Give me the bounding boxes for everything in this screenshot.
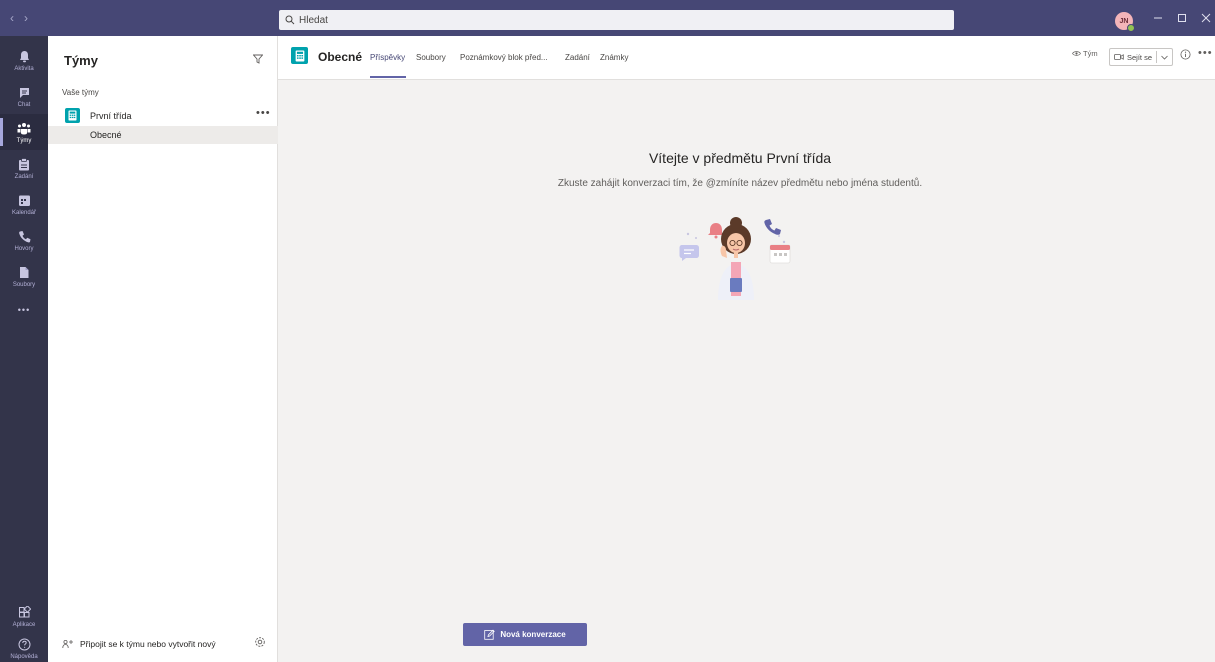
- apps-icon: [16, 605, 32, 621]
- rail-label-help: Nápověda: [10, 653, 38, 660]
- new-conversation-label: Nová konverzace: [500, 630, 566, 639]
- tab-assignments[interactable]: Zadání: [565, 53, 590, 62]
- eye-icon: [1072, 51, 1081, 56]
- rail-label-assignments: Zadání: [14, 173, 34, 180]
- rail-item-files[interactable]: Soubory: [0, 258, 48, 294]
- channel-item-general[interactable]: Obecné: [48, 126, 278, 144]
- meet-button[interactable]: Sejít se: [1109, 48, 1174, 66]
- back-arrow-icon[interactable]: ‹: [10, 11, 14, 25]
- search-input[interactable]: Hledat: [279, 10, 954, 30]
- channel-name: Obecné: [90, 130, 122, 140]
- filter-icon[interactable]: [252, 54, 264, 67]
- active-tab-indicator: [370, 76, 406, 78]
- rail-item-activity[interactable]: Aktivita: [0, 42, 48, 78]
- calculator-icon: [291, 47, 308, 64]
- tab-class-notebook[interactable]: Poznámkový blok před...: [460, 53, 548, 62]
- files-icon: [16, 265, 32, 281]
- team-button-label: Tým: [1083, 49, 1098, 58]
- settings-gear-icon[interactable]: [254, 636, 266, 651]
- app-rail: Aktivita Chat Týmy Zadání Kalendář Hovor…: [0, 36, 48, 662]
- search-placeholder: Hledat: [299, 14, 328, 26]
- your-teams-heading: Vaše týmy: [62, 88, 99, 97]
- calculator-icon: [65, 108, 80, 123]
- channel-info-icon[interactable]: [1180, 49, 1191, 60]
- rail-label-calls: Hovory: [14, 245, 34, 252]
- compose-icon: [484, 629, 496, 640]
- close-icon[interactable]: [1201, 12, 1211, 26]
- chat-icon: [16, 85, 32, 101]
- calendar-icon: [16, 193, 32, 209]
- welcome-subtitle: Zkuste zahájit konverzaci tím, že @zmíní…: [557, 178, 923, 189]
- team-more-options-icon[interactable]: •••: [256, 107, 271, 119]
- search-icon: [285, 15, 295, 25]
- new-conversation-button[interactable]: Nová konverzace: [463, 623, 587, 646]
- rail-item-teams[interactable]: Týmy: [0, 114, 48, 150]
- chevron-down-icon[interactable]: [1161, 55, 1168, 60]
- rail-label-apps: Aplikace: [12, 621, 36, 628]
- team-item[interactable]: První třída •••: [48, 106, 278, 126]
- tab-grades[interactable]: Známky: [600, 53, 628, 62]
- join-or-create-team-button[interactable]: Připojit se k týmu nebo vytvořit nový: [62, 639, 216, 649]
- channel-header: Obecné Příspěvky Soubory Poznámkový blok…: [278, 36, 1215, 80]
- minimize-icon[interactable]: [1153, 12, 1163, 26]
- rail-more-button[interactable]: •••: [0, 292, 48, 328]
- join-team-label: Připojit se k týmu nebo vytvořit nový: [80, 639, 216, 649]
- history-nav: ‹ ›: [10, 11, 28, 25]
- presence-icon: [1127, 24, 1135, 32]
- tab-files[interactable]: Soubory: [416, 53, 446, 62]
- title-bar: ‹ › Hledat JN: [0, 0, 1215, 36]
- tab-posts[interactable]: Příspěvky: [370, 53, 405, 62]
- rail-label-chat: Chat: [17, 101, 31, 108]
- more-options-icon[interactable]: •••: [1198, 47, 1213, 59]
- rail-item-calls[interactable]: Hovory: [0, 222, 48, 258]
- user-avatar[interactable]: JN: [1115, 12, 1135, 32]
- rail-label-activity: Aktivita: [14, 65, 34, 72]
- avatar-initials: JN: [1119, 17, 1129, 25]
- channel-title: Obecné: [318, 50, 363, 64]
- rail-item-help[interactable]: Nápověda: [0, 630, 48, 662]
- more-icon: •••: [17, 305, 31, 315]
- teams-icon: [16, 121, 32, 137]
- rail-label-teams: Týmy: [16, 137, 32, 144]
- maximize-icon[interactable]: [1177, 12, 1187, 26]
- video-camera-icon: [1114, 54, 1124, 60]
- join-team-icon: [62, 639, 73, 649]
- meet-button-label: Sejít se: [1127, 52, 1153, 62]
- rail-item-chat[interactable]: Chat: [0, 78, 48, 114]
- rail-item-apps[interactable]: Aplikace: [0, 598, 48, 634]
- assignments-icon: [16, 157, 32, 173]
- welcome-title: Vítejte v předmětu První třída: [648, 150, 832, 166]
- help-icon: [16, 637, 32, 653]
- bell-icon: [16, 49, 32, 65]
- team-name: První třída: [90, 111, 132, 121]
- teams-panel-title: Týmy: [64, 53, 98, 68]
- phone-icon: [16, 229, 32, 245]
- team-button[interactable]: Tým: [1072, 49, 1098, 58]
- teams-panel: Týmy Vaše týmy První třída ••• Obecné Př…: [48, 36, 278, 662]
- rail-item-assignments[interactable]: Zadání: [0, 150, 48, 186]
- rail-label-calendar: Kalendář: [11, 209, 37, 216]
- rail-item-calendar[interactable]: Kalendář: [0, 186, 48, 222]
- rail-label-files: Soubory: [12, 281, 36, 288]
- forward-arrow-icon[interactable]: ›: [24, 11, 28, 25]
- welcome-illustration: [674, 212, 799, 303]
